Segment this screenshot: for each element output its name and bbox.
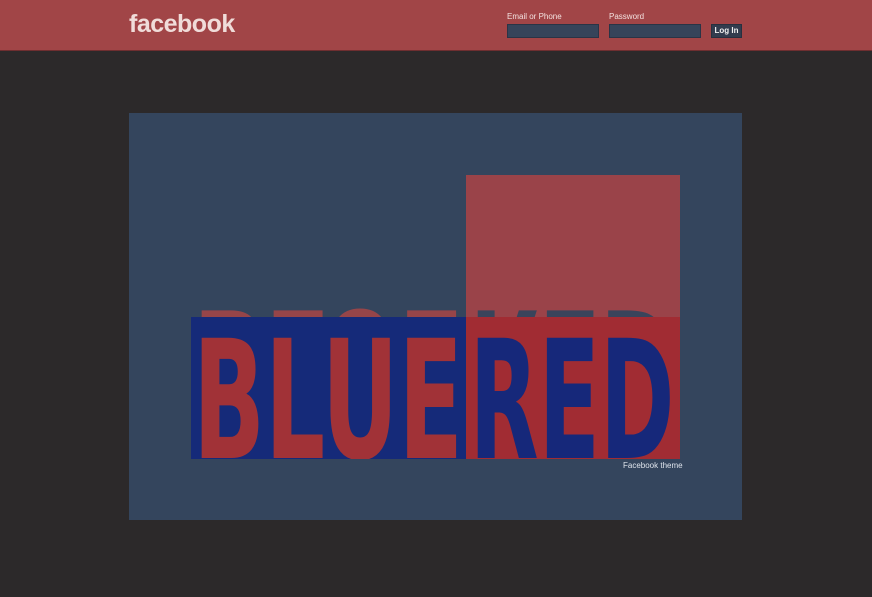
login-button[interactable]: Log In <box>711 24 742 38</box>
content-panel: BLUE RED BLUE RED Facebook theme <box>129 113 742 520</box>
artwork-text-blue: BLUE <box>193 305 463 459</box>
email-field[interactable] <box>507 24 599 38</box>
bluered-artwork: BLUE RED BLUE RED <box>191 175 680 459</box>
artwork-text-red: RED <box>470 305 675 459</box>
facebook-logo[interactable]: facebook <box>129 10 235 39</box>
top-bar: facebook Email or Phone Password Log In <box>0 0 872 51</box>
password-label: Password <box>609 12 645 21</box>
email-label: Email or Phone <box>507 12 562 21</box>
artwork-caption: Facebook theme <box>623 461 683 470</box>
password-field[interactable] <box>609 24 701 38</box>
